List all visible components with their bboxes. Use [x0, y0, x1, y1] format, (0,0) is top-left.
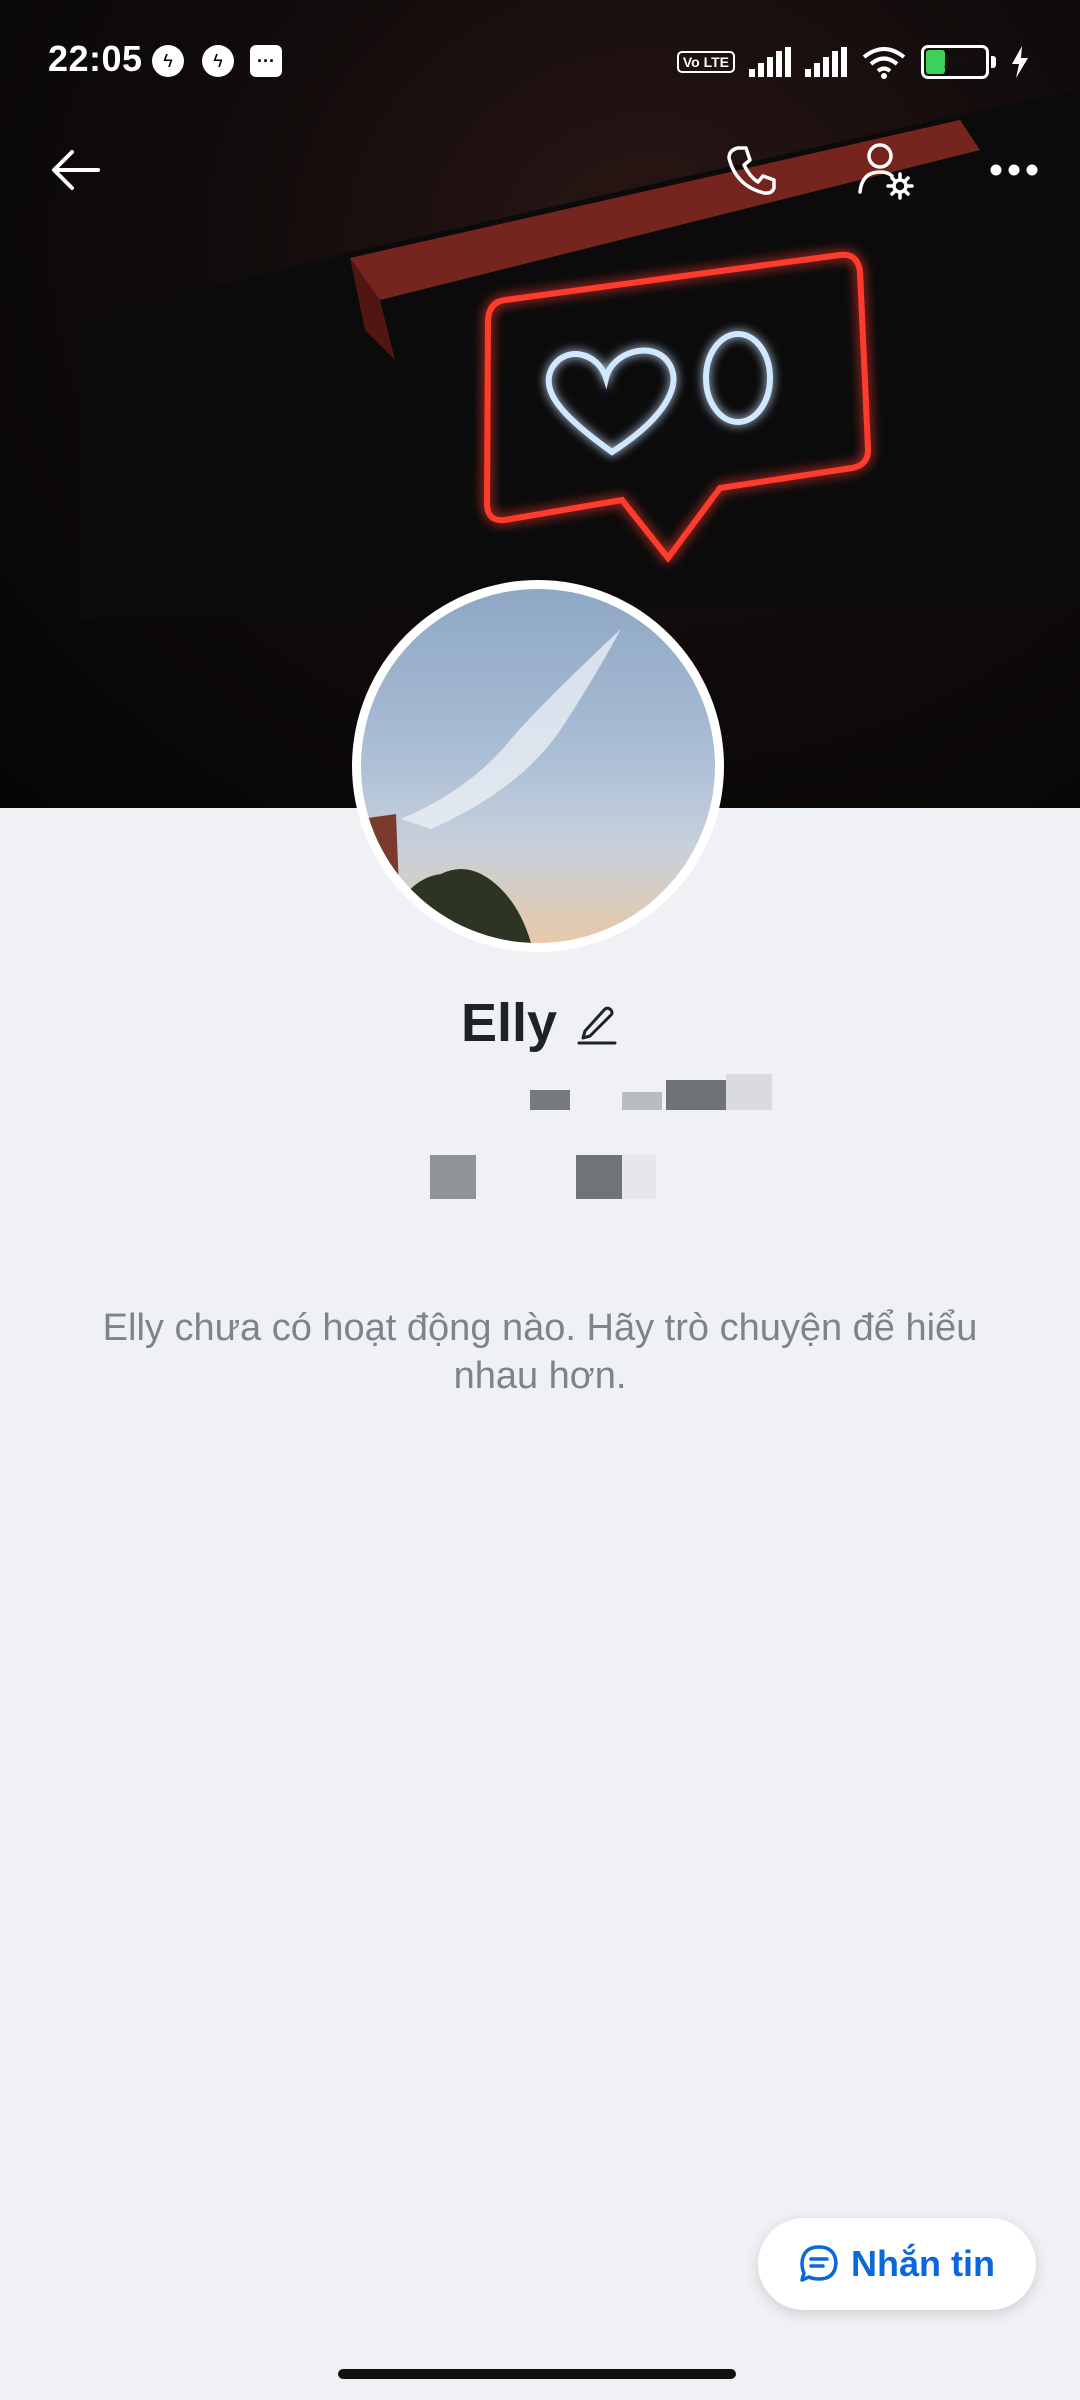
redacted-info	[430, 1060, 810, 1199]
charging-icon	[1012, 46, 1028, 78]
call-button[interactable]	[712, 130, 792, 210]
battery-level: 28	[943, 51, 967, 73]
empty-activity-message: Elly chưa có hoạt động nào. Hãy trò chuy…	[102, 1307, 978, 1397]
avatar-photo	[361, 589, 715, 943]
profile-name-row: Elly	[0, 992, 1080, 1054]
user-settings-icon	[858, 143, 914, 200]
message-button-label: Nhắn tin	[851, 2243, 995, 2284]
wifi-icon	[862, 47, 906, 79]
status-bar: 22:05 ϟ ϟ ··· Vo LTE 28	[0, 0, 1080, 120]
sms-icon: ···	[250, 45, 282, 77]
arrow-left-icon	[52, 150, 100, 190]
phone-icon	[727, 146, 776, 195]
messenger-icon: ϟ	[202, 45, 234, 77]
battery-cap	[991, 56, 996, 68]
more-dots-icon	[990, 164, 1038, 176]
status-indicators: Vo LTE 28	[676, 44, 1030, 80]
messenger-icon: ϟ	[152, 45, 184, 77]
signal-icon	[749, 47, 791, 77]
battery-icon: 28	[921, 45, 989, 79]
status-time: 22:05	[48, 38, 143, 79]
volte-badge: Vo LTE	[676, 51, 735, 73]
message-button[interactable]: Nhắn tin	[758, 2218, 1036, 2310]
more-button[interactable]	[974, 130, 1054, 210]
profile-name: Elly	[460, 993, 558, 1053]
signal-icon	[805, 47, 847, 77]
avatar[interactable]	[352, 580, 724, 952]
pencil-icon[interactable]	[575, 1001, 619, 1045]
back-button[interactable]	[36, 130, 116, 210]
profile-settings-button[interactable]	[846, 130, 926, 210]
home-indicator[interactable]	[338, 2369, 736, 2379]
chat-bubble-icon	[800, 2245, 838, 2282]
